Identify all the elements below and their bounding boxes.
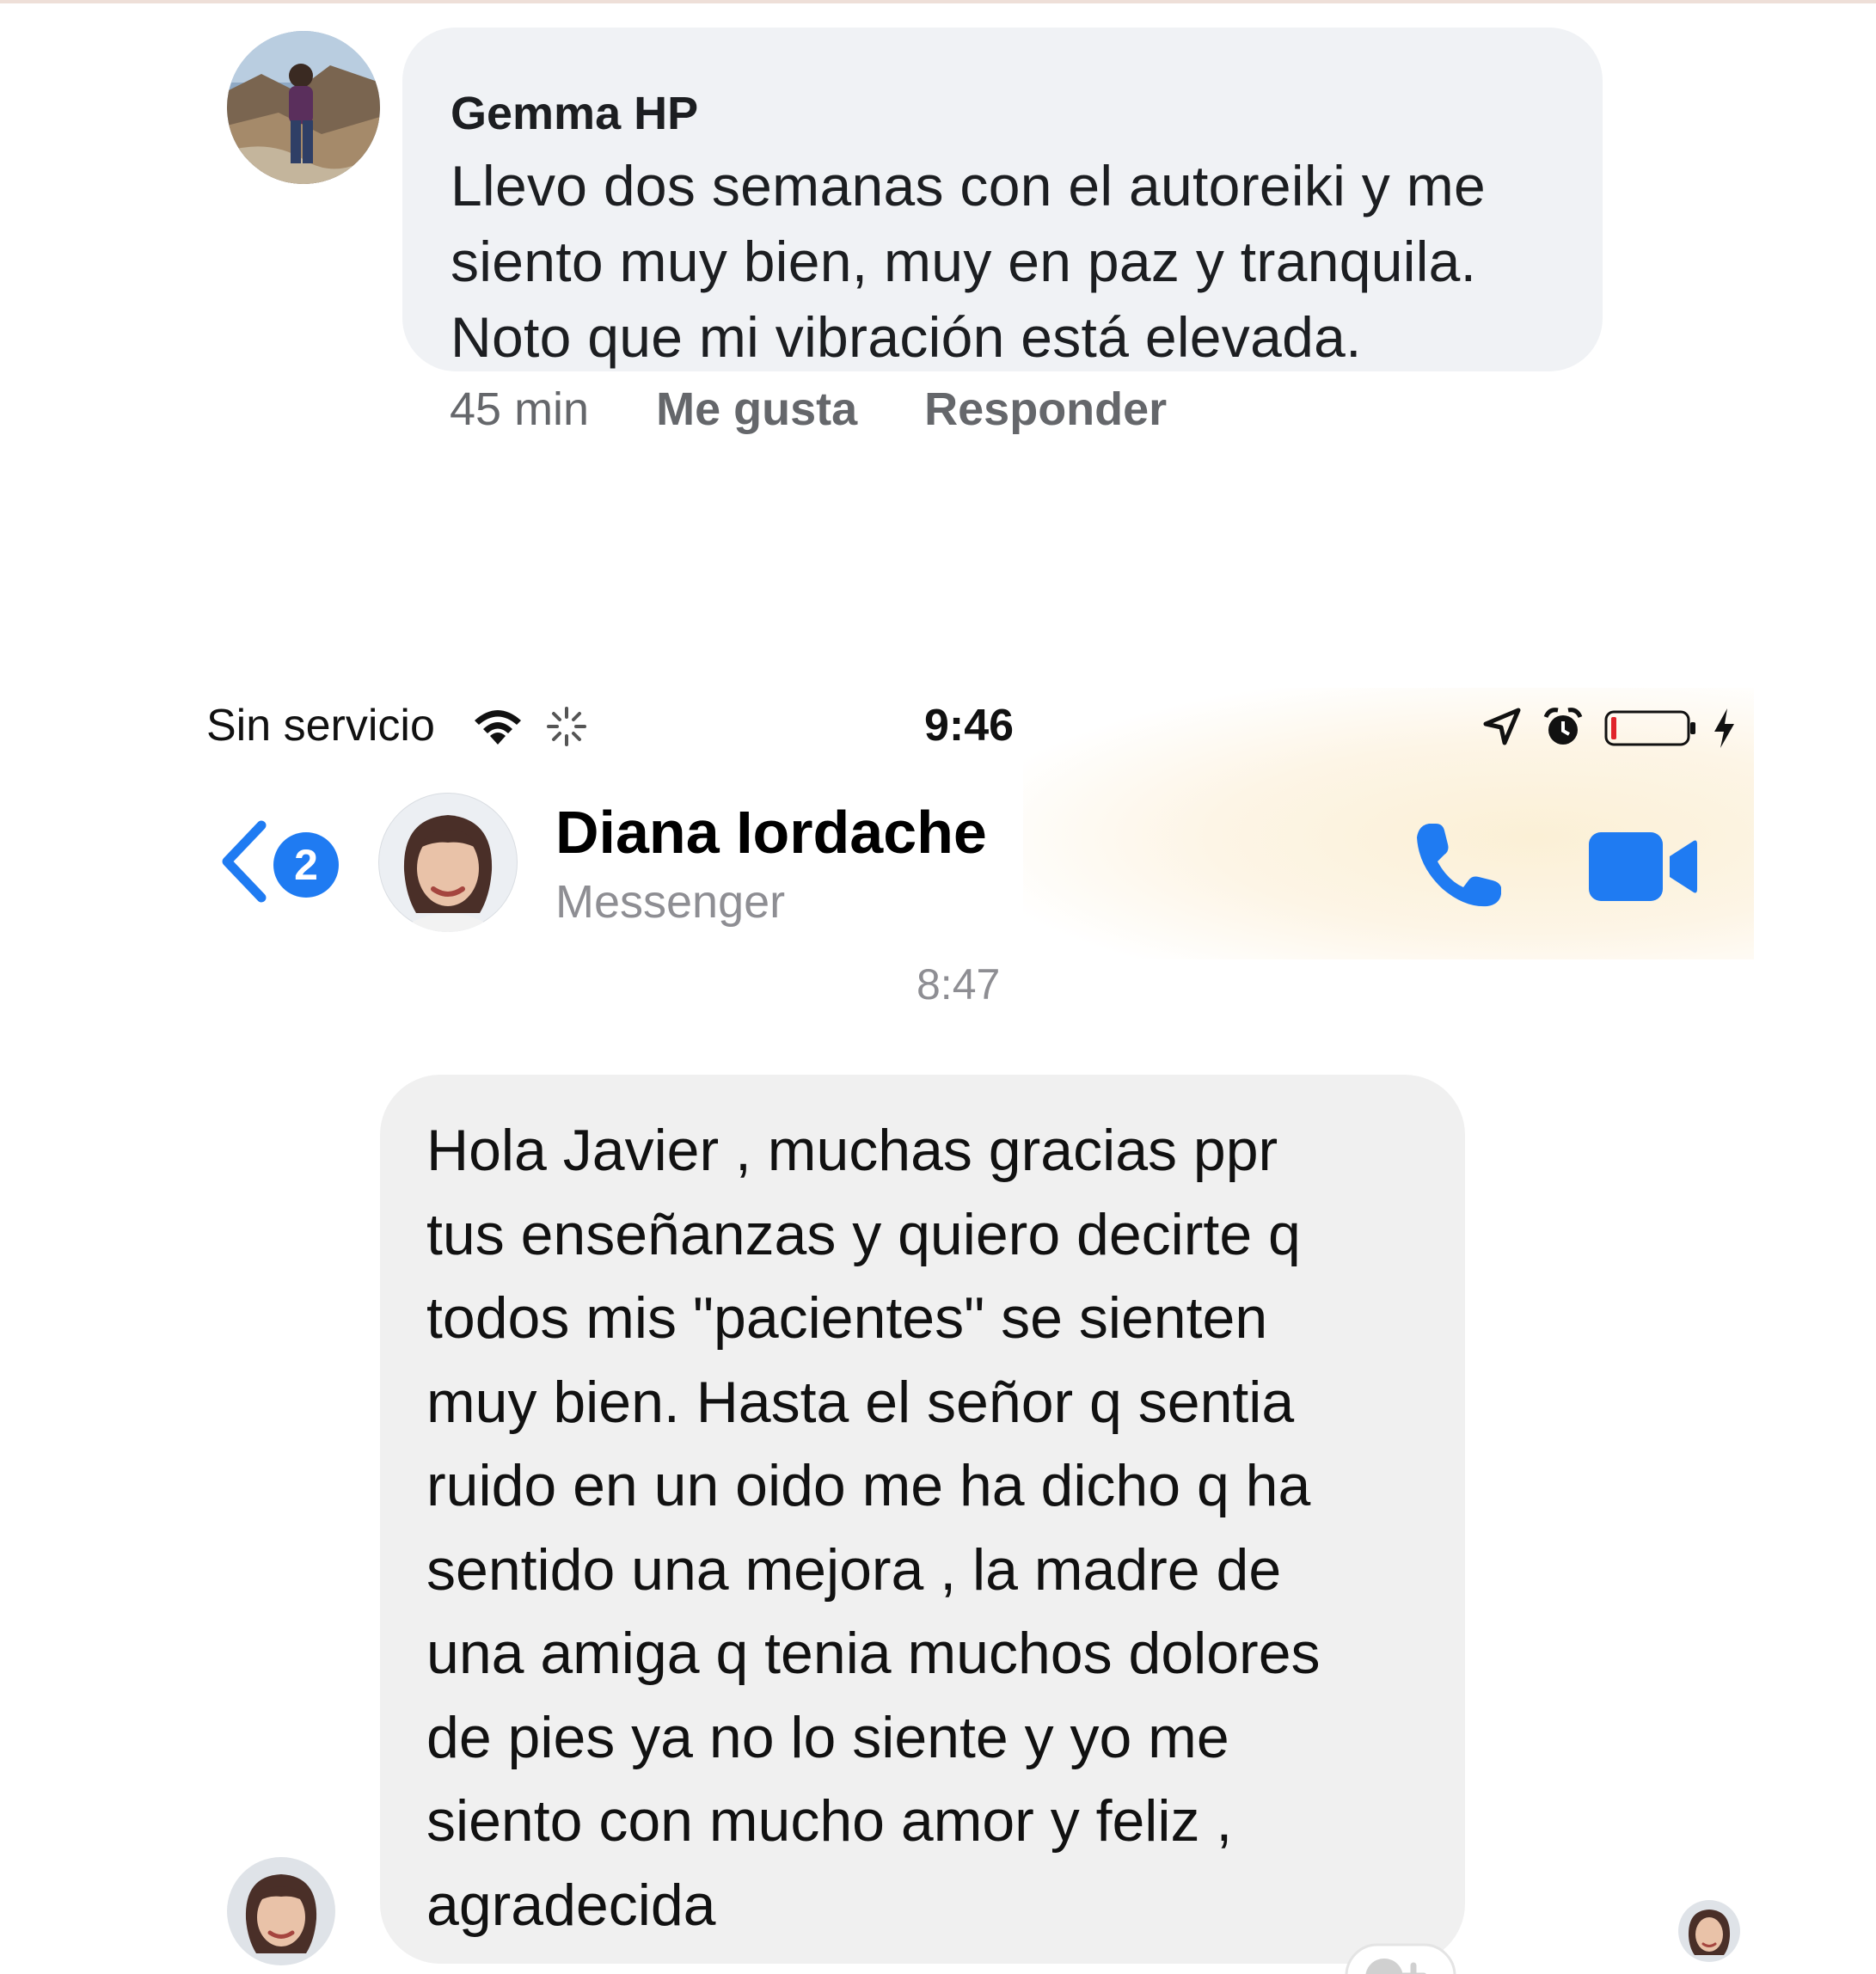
activity-spinner-icon [547, 707, 586, 746]
message-text: Hola Javier , muchas gracias ppr tus ens… [426, 1118, 1321, 1938]
add-reaction-icon[interactable] [1345, 1943, 1456, 1974]
voice-call-button[interactable] [1410, 817, 1506, 913]
screenshot-collage: Gemma HP Llevo dos semanas con el autore… [0, 0, 1876, 1974]
sender-avatar[interactable] [227, 1857, 335, 1965]
contact-name[interactable]: Diana Iordache [555, 798, 987, 867]
contact-avatar[interactable] [378, 793, 518, 932]
unread-count-badge: 2 [273, 832, 339, 898]
status-bar: Sin servicio 9:46 [0, 696, 1876, 760]
video-call-button[interactable] [1587, 824, 1699, 910]
comment-bubble: Gemma HP Llevo dos semanas con el autore… [402, 28, 1603, 371]
like-button[interactable]: Me gusta [656, 383, 857, 436]
wifi-icon [475, 710, 521, 745]
phone-icon [1417, 824, 1501, 907]
contact-subtitle: Messenger [555, 876, 786, 928]
chevron-left-icon [222, 820, 267, 903]
alarm-icon [1543, 708, 1583, 745]
battery-low-icon [1604, 710, 1695, 746]
charging-bolt-icon [1714, 708, 1734, 748]
read-receipt-avatar [1678, 1900, 1740, 1962]
carrier-label: Sin servicio [206, 701, 435, 751]
comment-time[interactable]: 45 min [450, 383, 589, 436]
message-bubble[interactable]: Hola Javier , muchas gracias ppr tus ens… [380, 1075, 1465, 1964]
location-arrow-icon [1483, 708, 1521, 745]
top-border [0, 0, 1876, 3]
status-time: 9:46 [924, 701, 1015, 751]
video-camera-icon [1589, 832, 1697, 901]
comment-author[interactable]: Gemma HP [451, 86, 698, 141]
comment-actions: 45 min Me gusta Responder [450, 378, 1234, 440]
message-timestamp: 8:47 [917, 960, 1001, 1008]
comment-text: Llevo dos semanas con el autoreiki y me … [451, 154, 1486, 369]
back-button[interactable]: 2 [215, 813, 353, 910]
commenter-avatar[interactable] [227, 31, 380, 184]
reply-button[interactable]: Responder [924, 383, 1167, 436]
